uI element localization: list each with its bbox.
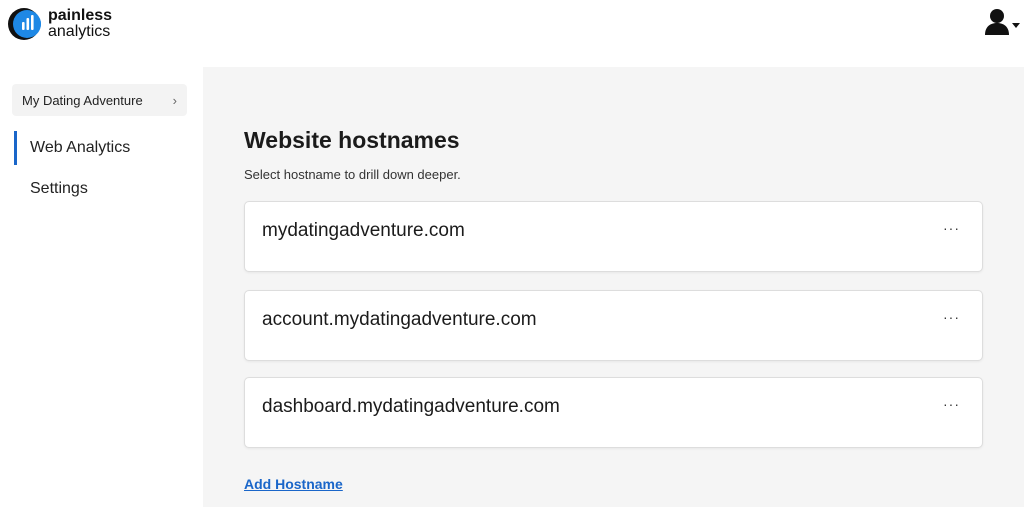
hostname-label: mydatingadventure.com xyxy=(262,220,465,241)
sidebar: My Dating Adventure › Web Analytics Sett… xyxy=(0,67,203,507)
caret-down-icon xyxy=(1012,16,1020,34)
top-header: painless analytics xyxy=(0,0,1024,67)
more-options-icon[interactable]: ··· xyxy=(943,220,960,236)
brand-name-line2: analytics xyxy=(48,23,111,40)
add-hostname-link[interactable]: Add Hostname xyxy=(244,476,343,492)
hostname-label: dashboard.mydatingadventure.com xyxy=(262,396,560,417)
sidebar-item-settings[interactable]: Settings xyxy=(14,172,88,206)
chevron-right-icon: › xyxy=(172,92,177,108)
project-name: My Dating Adventure xyxy=(22,92,143,108)
page-title: Website hostnames xyxy=(244,127,460,153)
hostname-card[interactable]: dashboard.mydatingadventure.com ··· xyxy=(244,377,983,448)
hostname-label: account.mydatingadventure.com xyxy=(262,309,537,330)
user-menu-button[interactable] xyxy=(984,8,1020,41)
logo-mark-icon xyxy=(4,6,44,42)
brand-logo[interactable]: painless analytics xyxy=(4,6,112,42)
sidebar-item-label: Web Analytics xyxy=(30,139,131,156)
main-content: Website hostnames Select hostname to dri… xyxy=(203,67,1024,507)
project-selector[interactable]: My Dating Adventure › xyxy=(12,84,187,116)
page-subtitle: Select hostname to drill down deeper. xyxy=(244,167,461,182)
more-options-icon[interactable]: ··· xyxy=(943,309,960,325)
brand-name: painless analytics xyxy=(48,8,112,40)
brand-name-line1: painless xyxy=(48,7,113,24)
hostname-card[interactable]: mydatingadventure.com ··· xyxy=(244,201,983,272)
more-options-icon[interactable]: ··· xyxy=(943,396,960,412)
hostname-card[interactable]: account.mydatingadventure.com ··· xyxy=(244,290,983,361)
user-icon xyxy=(984,8,1010,41)
sidebar-item-web-analytics[interactable]: Web Analytics xyxy=(14,131,130,165)
sidebar-item-label: Settings xyxy=(30,180,88,197)
